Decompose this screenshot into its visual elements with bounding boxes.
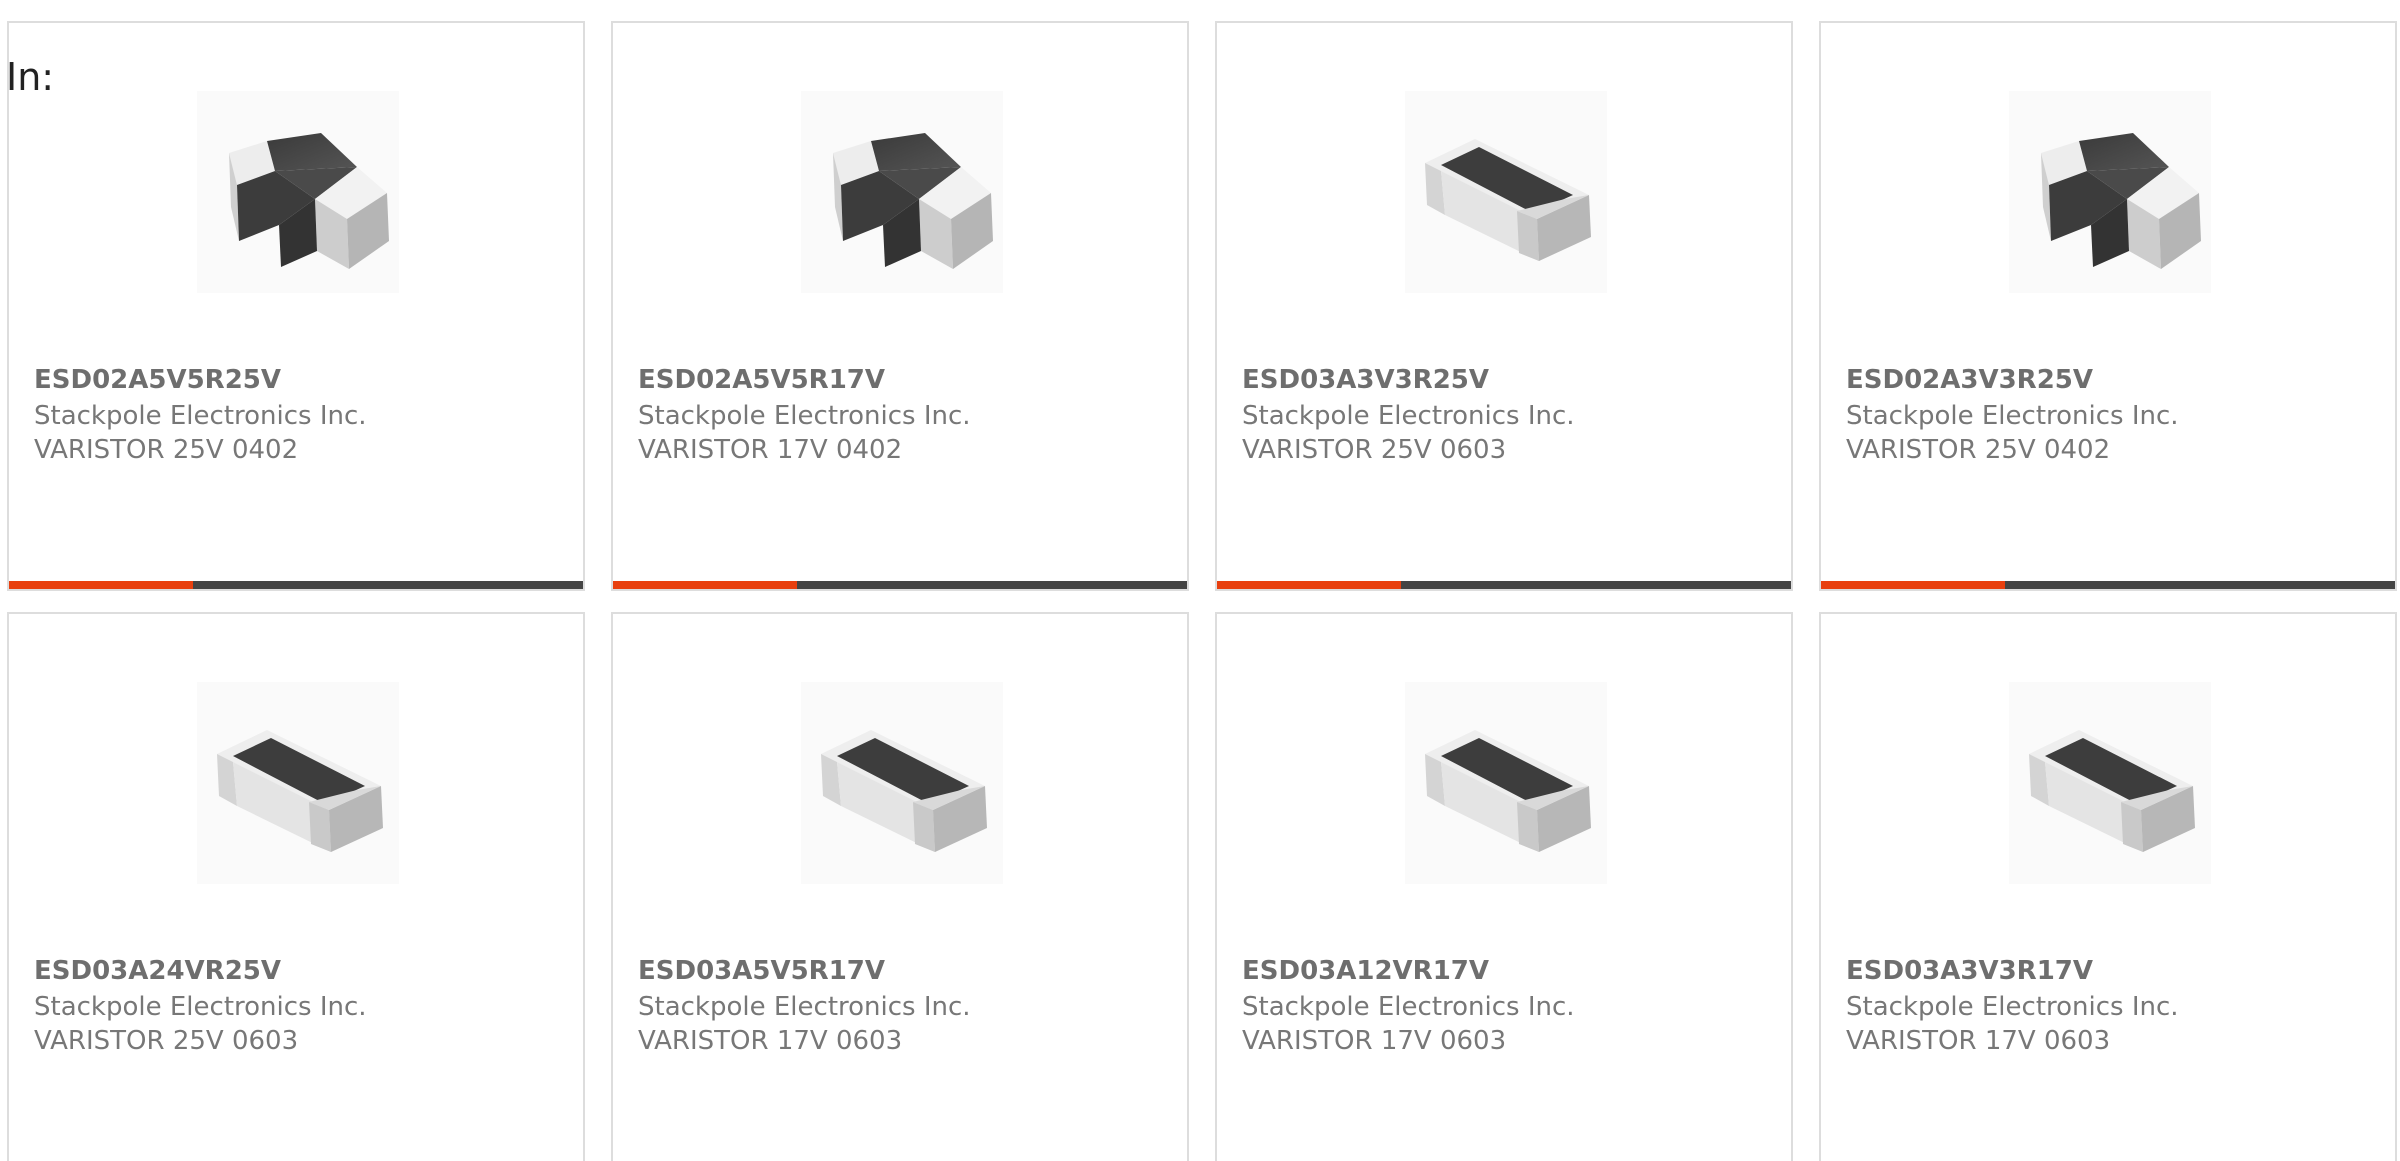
chip-component-image[interactable] xyxy=(2009,91,2211,293)
product-grid: ESD02A5V5R25V Stackpole Electronics Inc.… xyxy=(0,0,2400,1161)
product-card[interactable]: ESD03A24VR25V Stackpole Electronics Inc.… xyxy=(7,612,585,1161)
part-number-link[interactable]: ESD02A5V5R25V xyxy=(34,363,281,397)
product-description: VARISTOR 17V 0603 xyxy=(638,1026,903,1056)
product-description: VARISTOR 17V 0603 xyxy=(1242,1026,1507,1056)
product-card[interactable]: ESD03A12VR17V Stackpole Electronics Inc.… xyxy=(1215,612,1793,1161)
product-description: VARISTOR 25V 0603 xyxy=(1242,435,1507,465)
chip-component-image[interactable] xyxy=(197,91,399,293)
part-number-link[interactable]: ESD03A3V3R25V xyxy=(1242,363,1489,397)
manufacturer-name: Stackpole Electronics Inc. xyxy=(34,401,367,431)
card-accent-bar xyxy=(1217,581,1791,589)
product-description: VARISTOR 25V 0402 xyxy=(34,435,299,465)
manufacturer-name: Stackpole Electronics Inc. xyxy=(1242,401,1575,431)
manufacturer-name: Stackpole Electronics Inc. xyxy=(34,992,367,1022)
manufacturer-name: Stackpole Electronics Inc. xyxy=(638,992,971,1022)
manufacturer-name: Stackpole Electronics Inc. xyxy=(1846,992,2179,1022)
product-description: VARISTOR 25V 0402 xyxy=(1846,435,2111,465)
part-number-link[interactable]: ESD02A5V5R17V xyxy=(638,363,885,397)
part-number-link[interactable]: ESD03A5V5R17V xyxy=(638,954,885,988)
product-results-page: In: ESD02A5V5R25V Stackpole Electronics … xyxy=(0,0,2400,1161)
chip-component-image[interactable] xyxy=(801,682,1003,884)
product-card[interactable]: ESD03A5V5R17V Stackpole Electronics Inc.… xyxy=(611,612,1189,1161)
chip-component-image[interactable] xyxy=(197,682,399,884)
product-description: VARISTOR 17V 0402 xyxy=(638,435,903,465)
card-accent-bar xyxy=(1821,581,2395,589)
product-card[interactable]: ESD02A5V5R25V Stackpole Electronics Inc.… xyxy=(7,21,585,591)
card-accent-bar xyxy=(613,581,1187,589)
product-description: VARISTOR 17V 0603 xyxy=(1846,1026,2111,1056)
chip-component-image[interactable] xyxy=(801,91,1003,293)
chip-component-image[interactable] xyxy=(1405,91,1607,293)
card-accent-bar xyxy=(9,581,583,589)
part-number-link[interactable]: ESD02A3V3R25V xyxy=(1846,363,2093,397)
manufacturer-name: Stackpole Electronics Inc. xyxy=(1242,992,1575,1022)
manufacturer-name: Stackpole Electronics Inc. xyxy=(638,401,971,431)
product-card[interactable]: ESD02A3V3R25V Stackpole Electronics Inc.… xyxy=(1819,21,2397,591)
product-card[interactable]: ESD02A5V5R17V Stackpole Electronics Inc.… xyxy=(611,21,1189,591)
part-number-link[interactable]: ESD03A3V3R17V xyxy=(1846,954,2093,988)
part-number-link[interactable]: ESD03A24VR25V xyxy=(34,954,281,988)
chip-component-image[interactable] xyxy=(2009,682,2211,884)
product-description: VARISTOR 25V 0603 xyxy=(34,1026,299,1056)
chip-component-image[interactable] xyxy=(1405,682,1607,884)
manufacturer-name: Stackpole Electronics Inc. xyxy=(1846,401,2179,431)
product-card[interactable]: ESD03A3V3R25V Stackpole Electronics Inc.… xyxy=(1215,21,1793,591)
product-card[interactable]: ESD03A3V3R17V Stackpole Electronics Inc.… xyxy=(1819,612,2397,1161)
part-number-link[interactable]: ESD03A12VR17V xyxy=(1242,954,1489,988)
filter-in-label: In: xyxy=(6,55,55,99)
